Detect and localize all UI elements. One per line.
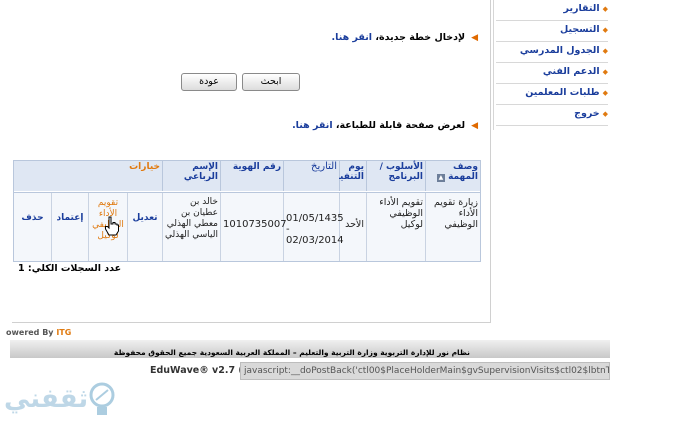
orange-arrow-icon: ◀: [471, 33, 478, 43]
record-count: عدد السجلات الكلي: 1: [18, 263, 122, 274]
supervision-visits-table: وصف المهمة ▲ الأسلوب / البرنامج يوم التن…: [13, 160, 481, 262]
bullet-icon: ◆: [602, 89, 608, 97]
sidebar-nav: ◆التقارير ◆التسجيل ◆الجدول المدرسي ◆الدع…: [493, 0, 612, 130]
bullet-icon: ◆: [602, 5, 608, 13]
lightbulb-icon: [89, 382, 115, 415]
new-plan-link[interactable]: انقر هنا.: [332, 32, 373, 43]
header-date[interactable]: التاريخ: [283, 161, 339, 191]
sidebar-item-school-schedule[interactable]: ◆الجدول المدرسي: [496, 42, 608, 63]
approve-link[interactable]: إعتماد: [51, 193, 88, 261]
sidebar-item-logout[interactable]: ◆خروج: [496, 105, 608, 126]
delete-link[interactable]: حذف: [14, 193, 51, 261]
print-page-line: ◀لعرض صفحة قابلة للطباعة، انقر هنا.: [292, 120, 478, 131]
sort-icon[interactable]: ▲: [436, 174, 445, 182]
sidebar-item-registration[interactable]: ◆التسجيل: [496, 21, 608, 42]
new-plan-line: ◀لإدخال خطة جديدة، انقر هنا.: [331, 32, 478, 43]
back-button[interactable]: عودة: [181, 73, 237, 91]
itg-brand: ITG: [56, 328, 72, 337]
header-exec-day[interactable]: يوم التنفيذ: [335, 161, 366, 191]
header-task-desc[interactable]: وصف المهمة ▲: [425, 161, 480, 191]
bullet-icon: ◆: [602, 110, 608, 118]
sidebar-item-tech-support[interactable]: ◆الدعم الفني: [496, 63, 608, 84]
header-method[interactable]: الأسلوب / البرنامج: [366, 161, 425, 191]
status-bar: javascript:__doPostBack('ctl00$PlaceHold…: [240, 362, 610, 380]
hand-cursor-icon: [105, 216, 119, 236]
cell-method: تقويم الأداء الوظيفي لوكيل: [366, 193, 425, 261]
sidebar-item-reports[interactable]: ◆التقارير: [496, 0, 608, 21]
bullet-icon: ◆: [602, 26, 608, 34]
cell-date: 01/05/1435 - 02/03/2014: [283, 193, 344, 261]
bullet-icon: ◆: [602, 68, 608, 76]
search-button[interactable]: ابحث: [242, 73, 300, 91]
orange-arrow-icon: ◀: [471, 121, 478, 131]
header-id-number[interactable]: رقم الهوية: [220, 161, 283, 191]
bullet-icon: ◆: [602, 47, 608, 55]
cell-exec-day: الأحد: [339, 193, 366, 261]
header-options: خيارات: [14, 161, 162, 191]
table-row: زيارة تقويم الأداء الوظيفي تقويم الأداء …: [14, 192, 480, 261]
cell-id-number: 1010735007: [220, 193, 287, 261]
cell-quad-name: خالد بن عطيان بن معطي الهذلي الياسي الهذ…: [162, 193, 220, 261]
print-page-link[interactable]: انقر هنا.: [292, 120, 333, 131]
powered-by: owered By ITG: [6, 328, 72, 337]
cell-task-desc: زيارة تقويم الأداء الوظيفي: [425, 193, 480, 261]
edit-link[interactable]: تعديل: [127, 193, 162, 261]
header-quad-name[interactable]: الإسم الرباعي: [162, 161, 220, 191]
watermark-logo: ثقفني: [4, 378, 124, 422]
sidebar-item-teacher-requests[interactable]: ◆طلبات المعلمين: [496, 84, 608, 105]
footer-copyright: نظام نور للإدارة التربوية وزارة التربية …: [113, 348, 470, 357]
